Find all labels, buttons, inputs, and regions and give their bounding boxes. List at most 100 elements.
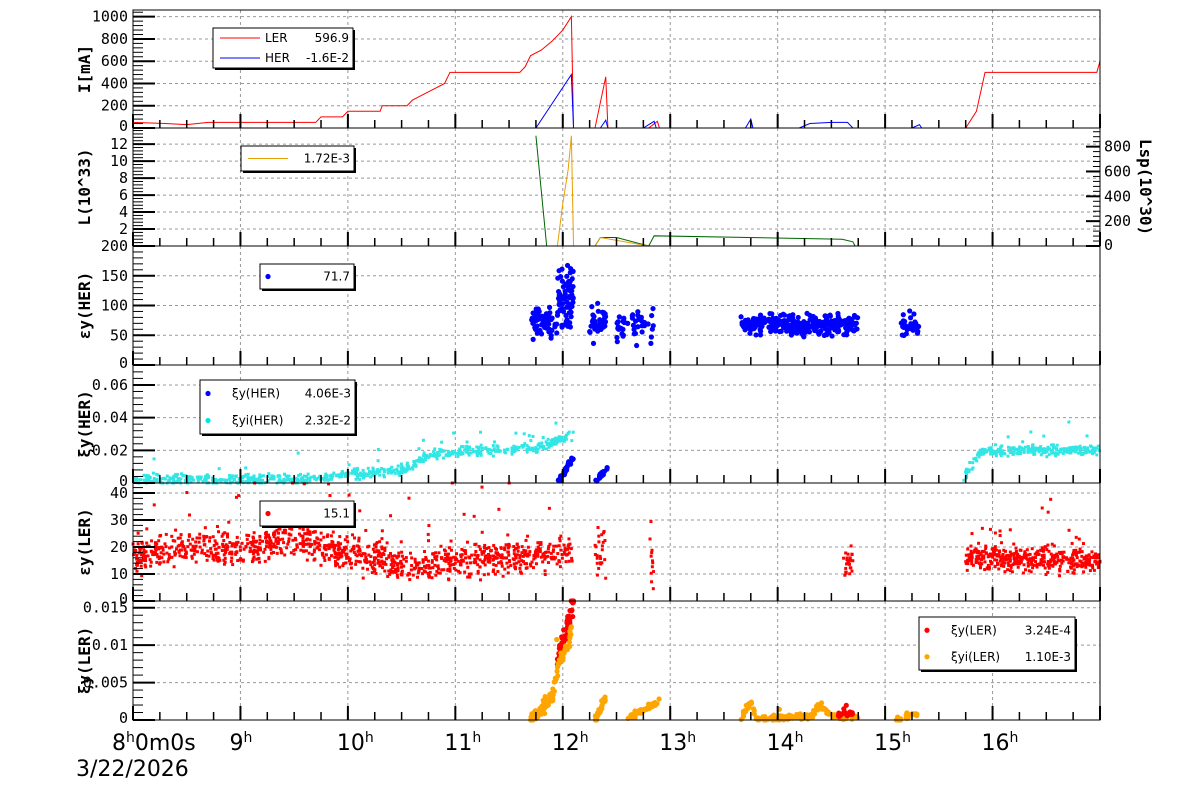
data-point — [520, 551, 524, 555]
data-point — [175, 475, 179, 479]
data-point — [804, 310, 810, 316]
data-point — [194, 540, 198, 544]
data-point — [142, 548, 146, 552]
data-point — [238, 548, 242, 552]
data-point — [1080, 554, 1084, 558]
data-point — [915, 328, 921, 334]
data-point — [345, 556, 349, 560]
legend-label: ξyi(HER) — [232, 414, 283, 428]
data-point — [500, 564, 504, 568]
data-point — [332, 471, 336, 475]
data-point — [903, 331, 909, 337]
data-point — [1070, 541, 1074, 545]
data-point — [797, 714, 804, 721]
data-point — [179, 533, 183, 537]
data-point — [554, 421, 558, 425]
data-point — [984, 551, 988, 555]
data-point — [186, 545, 190, 549]
data-point — [510, 452, 514, 456]
data-point — [353, 536, 357, 540]
data-point — [426, 532, 430, 536]
data-point — [440, 568, 444, 572]
data-point — [994, 553, 998, 557]
data-point — [1087, 553, 1091, 557]
data-point — [750, 315, 757, 322]
data-point — [1078, 547, 1082, 551]
data-point — [423, 456, 427, 460]
data-point — [347, 463, 351, 467]
data-point — [755, 316, 761, 322]
data-point — [489, 452, 493, 456]
data-point — [322, 477, 326, 481]
data-point — [1095, 562, 1099, 566]
legend-value: 15.1 — [323, 507, 350, 521]
data-point — [486, 572, 490, 576]
data-point — [566, 552, 570, 556]
data-point — [558, 307, 564, 314]
data-point — [1050, 451, 1054, 455]
data-point — [283, 553, 287, 557]
legend-value: 1.72E-3 — [304, 152, 350, 166]
data-point — [518, 556, 522, 560]
data-point — [518, 566, 522, 570]
data-point — [474, 542, 478, 546]
data-point — [1077, 537, 1081, 541]
data-point — [597, 540, 601, 544]
data-point — [850, 553, 854, 557]
data-point — [400, 550, 404, 554]
data-point — [151, 471, 155, 475]
data-point — [329, 534, 333, 538]
data-point — [324, 472, 328, 476]
data-point — [545, 447, 549, 451]
data-point — [561, 627, 567, 633]
data-point — [264, 536, 268, 540]
data-point — [763, 318, 769, 325]
data-point — [597, 566, 601, 570]
data-point — [480, 560, 484, 564]
data-point — [1043, 545, 1047, 549]
data-point — [287, 540, 291, 544]
data-point — [378, 473, 382, 477]
data-point — [235, 543, 239, 547]
data-point — [1074, 551, 1078, 555]
data-point — [548, 335, 554, 341]
legend-4: ξy(HER) 4.06E-3 ξyi(HER) 2.32E-2 — [199, 379, 357, 436]
data-point — [167, 557, 171, 561]
data-point — [999, 564, 1003, 568]
data-point — [435, 558, 439, 562]
data-point — [570, 556, 574, 560]
data-point — [656, 696, 662, 702]
data-point — [546, 561, 550, 565]
data-point — [1085, 434, 1089, 438]
data-point — [1056, 555, 1060, 559]
data-point — [1065, 557, 1069, 561]
data-point — [1053, 562, 1057, 566]
data-point — [335, 473, 339, 477]
data-point — [554, 636, 560, 643]
data-point — [650, 580, 654, 584]
data-point — [824, 332, 830, 338]
data-point — [184, 555, 188, 559]
data-point — [560, 552, 564, 556]
data-point — [1033, 446, 1037, 450]
data-point — [228, 551, 232, 555]
data-point — [230, 544, 234, 548]
data-point — [485, 547, 489, 551]
data-point — [597, 471, 603, 477]
y-axis-label: L(10^33) — [75, 148, 94, 225]
data-point — [344, 553, 348, 557]
data-point — [264, 545, 268, 549]
data-point — [1002, 557, 1006, 561]
y-tick-label: 8 — [119, 169, 128, 187]
data-point — [971, 461, 975, 465]
data-point — [805, 323, 811, 329]
data-point — [741, 709, 747, 716]
data-point — [187, 533, 191, 537]
data-point — [176, 478, 180, 482]
data-point — [1000, 541, 1004, 545]
data-point — [599, 562, 603, 566]
data-point — [1055, 443, 1059, 447]
data-point — [214, 555, 218, 559]
data-point — [380, 559, 384, 563]
y-tick-label: 200 — [101, 237, 128, 255]
